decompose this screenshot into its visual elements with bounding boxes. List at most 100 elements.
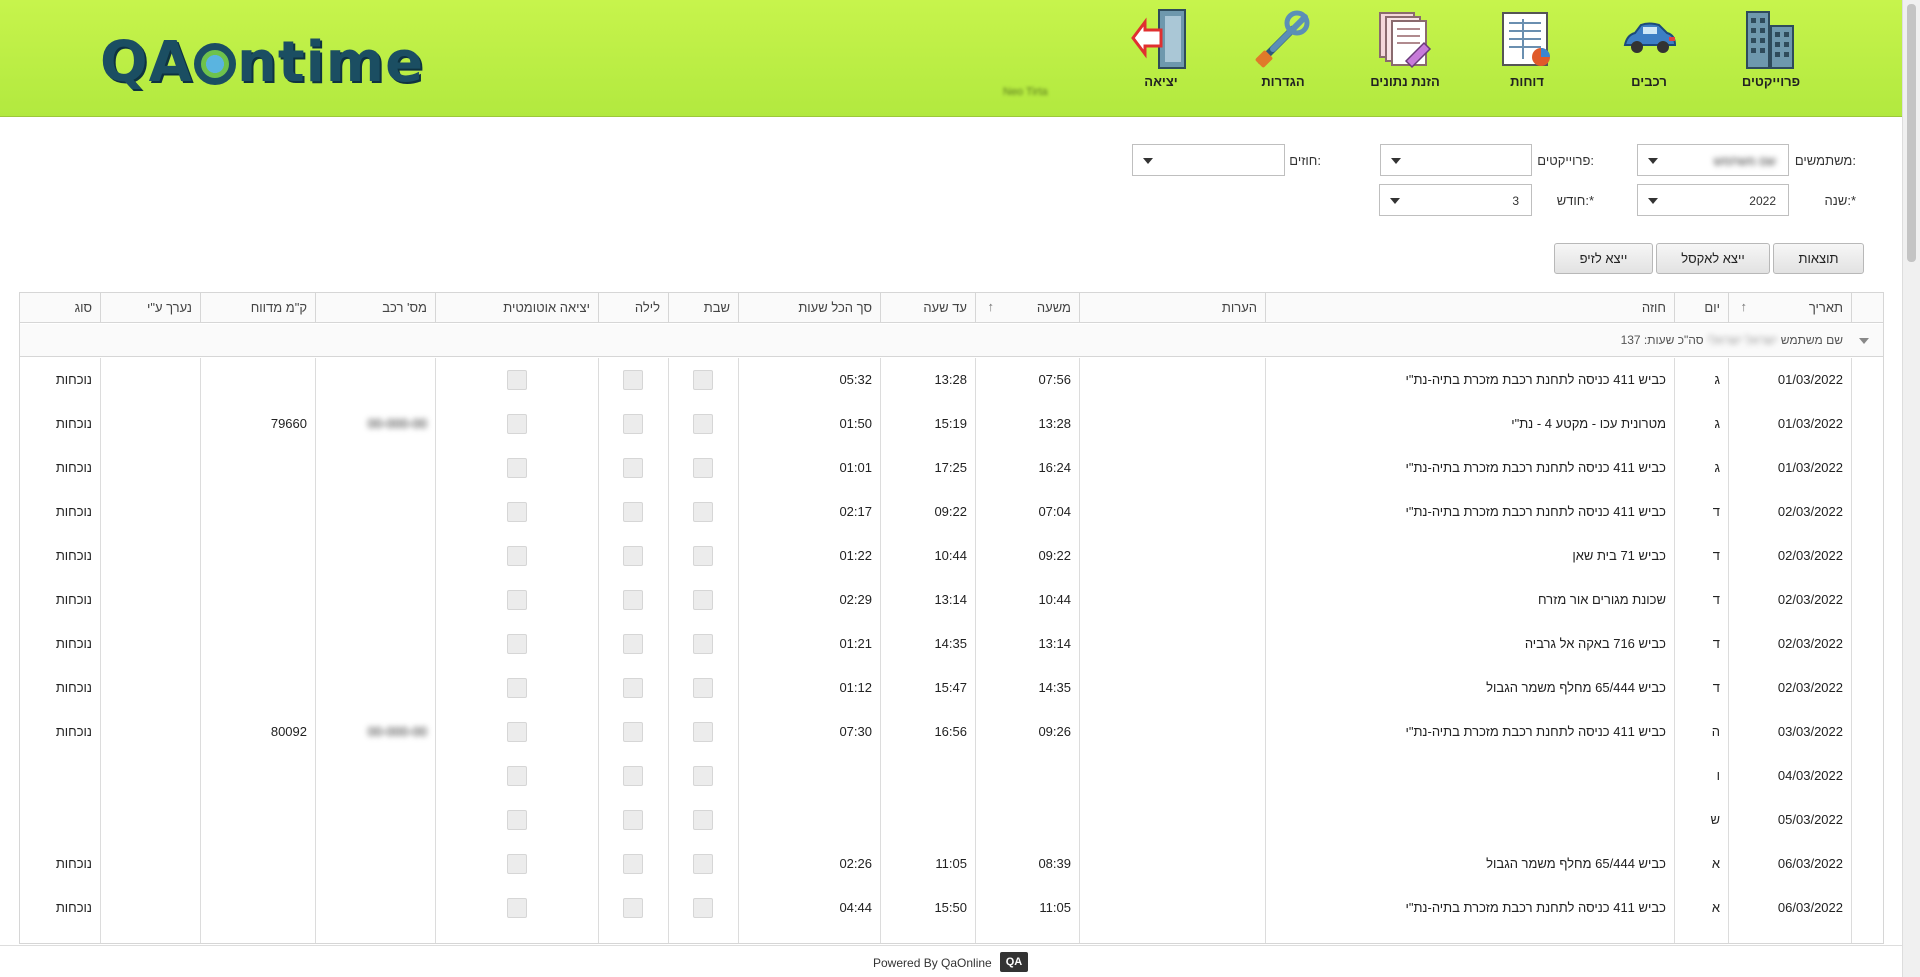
night-checkbox[interactable]: [623, 370, 643, 390]
shabbat-checkbox[interactable]: [693, 590, 713, 610]
night-checkbox[interactable]: [623, 678, 643, 698]
col-contract[interactable]: חוזה: [1265, 293, 1674, 323]
contracts-dropdown[interactable]: [1132, 144, 1285, 176]
nav-reports[interactable]: דוחות: [1466, 8, 1588, 89]
col-type[interactable]: סוג: [20, 293, 100, 323]
night-checkbox[interactable]: [623, 634, 643, 654]
auto-exit-checkbox[interactable]: [507, 590, 527, 610]
table-row[interactable]: 01/03/2022 ג מטרונית עכו - מקטע 4 - נת"י 13…: [20, 402, 1883, 446]
table-row[interactable]: 06/03/2022 א כביש 411 כניסה לתחנת רכבת מזכ…: [20, 886, 1883, 930]
col-to-hour[interactable]: עד שעה: [880, 293, 975, 323]
table-row[interactable]: 02/03/2022 ד כביש 71 בית שאן 09:22 10:44 01:2…: [20, 534, 1883, 578]
nav-settings[interactable]: הגדרות: [1222, 8, 1344, 89]
shabbat-checkbox[interactable]: [693, 810, 713, 830]
nav-cars[interactable]: רכבים: [1588, 8, 1710, 89]
cell-total: 01:50: [839, 416, 872, 431]
group-row[interactable]: שם משתמש ישראל ישראלי סה"כ שעות: 137: [20, 324, 1883, 357]
shabbat-checkbox[interactable]: [693, 502, 713, 522]
group-user-name: ישראל ישראלי: [1707, 333, 1778, 347]
col-auto-exit[interactable]: יציאה אוטומטית: [435, 293, 598, 323]
nav-projects[interactable]: פרוייקטים: [1710, 8, 1832, 89]
shabbat-checkbox[interactable]: [693, 414, 713, 434]
scrollbar-thumb[interactable]: [1907, 4, 1916, 262]
table-row[interactable]: 02/03/2022 ד כביש 65/444 מחלף משמר הגבול 14…: [20, 666, 1883, 710]
night-checkbox[interactable]: [623, 458, 643, 478]
cell-to: 16:56: [934, 724, 967, 739]
col-notes[interactable]: הערות: [1079, 293, 1265, 323]
nav-data-entry[interactable]: הזנת נתונים: [1344, 8, 1466, 89]
night-checkbox[interactable]: [623, 854, 643, 874]
auto-exit-checkbox[interactable]: [507, 722, 527, 742]
cell-km: [200, 798, 315, 842]
auto-exit-checkbox[interactable]: [507, 502, 527, 522]
auto-exit-checkbox[interactable]: [507, 854, 527, 874]
night-checkbox[interactable]: [623, 766, 643, 786]
table-row[interactable]: 03/03/2022 ה כביש 411 כניסה לתחנת רכבת מזכ…: [20, 710, 1883, 754]
shabbat-checkbox[interactable]: [693, 722, 713, 742]
night-checkbox[interactable]: [623, 502, 643, 522]
auto-exit-checkbox[interactable]: [507, 458, 527, 478]
auto-exit-checkbox[interactable]: [507, 810, 527, 830]
table-row[interactable]: 05/03/2022 ש: [20, 798, 1883, 842]
col-car-number[interactable]: מס' רכב: [315, 293, 435, 323]
table-row[interactable]: 01/03/2022 ג כביש 411 כניסה לתחנת רכבת מזכ…: [20, 446, 1883, 490]
table-row[interactable]: 04/03/2022 ו: [20, 754, 1883, 798]
data-entry-icon: [1374, 8, 1436, 70]
table-row[interactable]: 06/03/2022 א כביש 65/444 מחלף משמר הגבול 08…: [20, 842, 1883, 886]
night-checkbox[interactable]: [623, 546, 643, 566]
auto-exit-checkbox[interactable]: [507, 370, 527, 390]
collapse-caret-icon[interactable]: [1859, 338, 1869, 344]
vertical-scrollbar[interactable]: [1902, 0, 1920, 977]
col-night[interactable]: לילה: [598, 293, 668, 323]
shabbat-checkbox[interactable]: [693, 766, 713, 786]
table-row[interactable]: 02/03/2022 ד כביש 716 באקה אל גרביה 13:14 14…: [20, 622, 1883, 666]
shabbat-checkbox[interactable]: [693, 546, 713, 566]
col-km[interactable]: ק"מ מדווח: [200, 293, 315, 323]
users-dropdown[interactable]: שם משתמש: [1637, 144, 1789, 176]
year-dropdown[interactable]: 2022: [1637, 184, 1789, 216]
cell-done_by: [100, 446, 200, 490]
app-header: QA ntime Neo Tirta פרוייקטים רכבים דוחות …: [0, 0, 1902, 117]
cell-type: נוכחות: [55, 504, 92, 519]
cell-car: [315, 578, 435, 622]
projects-dropdown[interactable]: [1380, 144, 1532, 176]
results-button[interactable]: תוצאות: [1773, 243, 1864, 274]
month-dropdown[interactable]: 3: [1379, 184, 1532, 216]
col-date[interactable]: תאריך ↑: [1728, 293, 1851, 323]
col-from-hour[interactable]: משעה ↑: [975, 293, 1079, 323]
table-row[interactable]: 02/03/2022 ד שכונת מגורים אור מזרח 10:44 13:…: [20, 578, 1883, 622]
nav-label: הזנת נתונים: [1370, 74, 1440, 89]
col-total-hours[interactable]: סך הכל שעות: [738, 293, 880, 323]
cell-from: 09:26: [1038, 724, 1071, 739]
night-checkbox[interactable]: [623, 898, 643, 918]
export-excel-button[interactable]: ייצא לאקסל: [1656, 243, 1770, 274]
month-label: חודש:*: [1556, 193, 1594, 208]
cell-type: נוכחות: [55, 592, 92, 607]
auto-exit-checkbox[interactable]: [507, 414, 527, 434]
col-day[interactable]: יום: [1674, 293, 1728, 323]
auto-exit-checkbox[interactable]: [507, 678, 527, 698]
shabbat-checkbox[interactable]: [693, 370, 713, 390]
nav-exit[interactable]: יציאה: [1100, 8, 1222, 89]
col-shabbat[interactable]: שבת: [668, 293, 738, 323]
shabbat-checkbox[interactable]: [693, 898, 713, 918]
night-checkbox[interactable]: [623, 590, 643, 610]
night-checkbox[interactable]: [623, 722, 643, 742]
col-done-by[interactable]: נערך ע"י: [100, 293, 200, 323]
auto-exit-checkbox[interactable]: [507, 766, 527, 786]
night-checkbox[interactable]: [623, 810, 643, 830]
cell-done_by: [100, 798, 200, 842]
auto-exit-checkbox[interactable]: [507, 898, 527, 918]
shabbat-checkbox[interactable]: [693, 854, 713, 874]
shabbat-checkbox[interactable]: [693, 678, 713, 698]
shabbat-checkbox[interactable]: [693, 458, 713, 478]
shabbat-checkbox[interactable]: [693, 634, 713, 654]
auto-exit-checkbox[interactable]: [507, 546, 527, 566]
export-zip-button[interactable]: ייצא לזיפ: [1554, 243, 1653, 274]
app-logo[interactable]: QA ntime: [100, 30, 424, 95]
table-row[interactable]: 01/03/2022 ג כביש 411 כניסה לתחנת רכבת מזכ…: [20, 358, 1883, 402]
night-checkbox[interactable]: [623, 414, 643, 434]
cell-done_by: [100, 666, 200, 710]
table-row[interactable]: 02/03/2022 ד כביש 411 כניסה לתחנת רכבת מזכ…: [20, 490, 1883, 534]
auto-exit-checkbox[interactable]: [507, 634, 527, 654]
